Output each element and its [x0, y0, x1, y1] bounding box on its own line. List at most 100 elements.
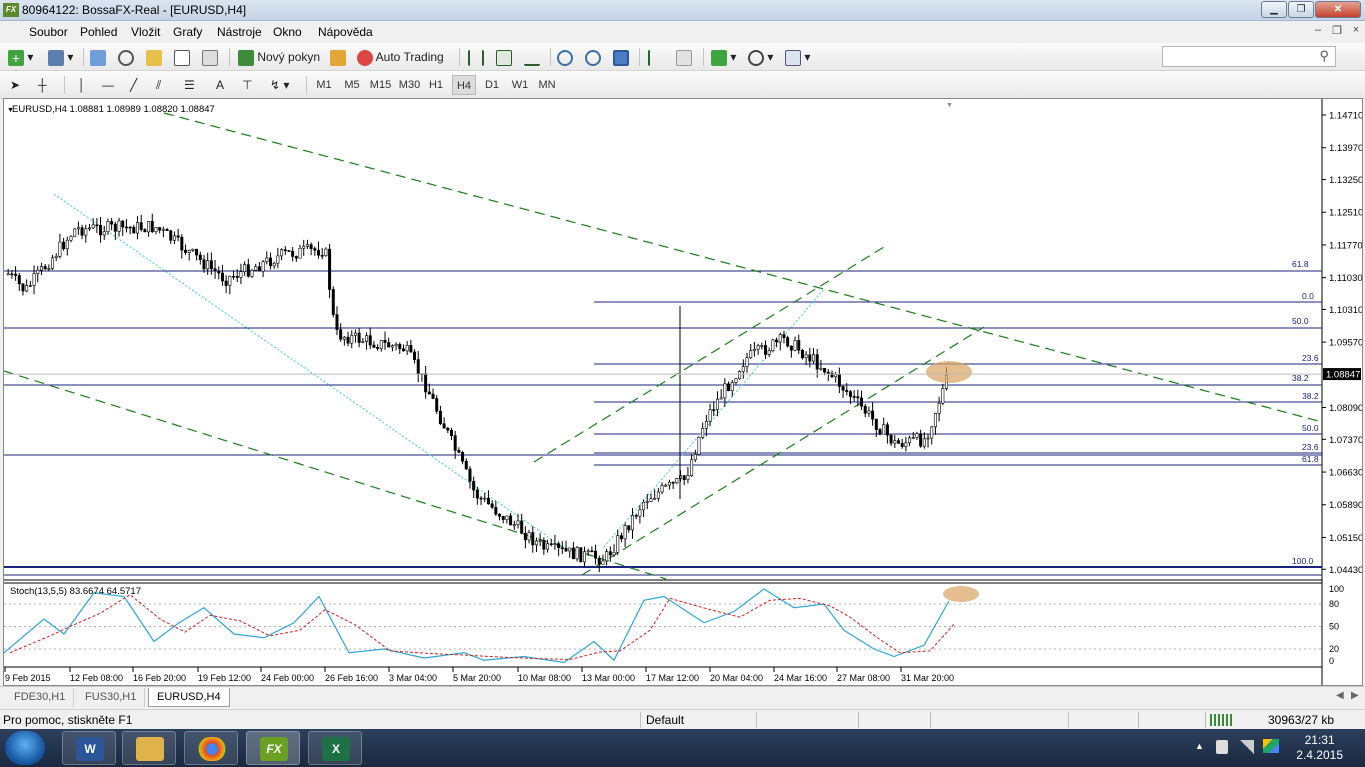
tab-fus30[interactable]: FUS30,H1 — [77, 688, 146, 707]
tray-network-icon[interactable] — [1240, 740, 1254, 754]
periods-button[interactable]: ▾ — [748, 47, 773, 67]
tab-scroll-left-icon[interactable]: ◀ — [1336, 690, 1344, 701]
cursor-icon[interactable]: ➤ — [10, 75, 20, 95]
tile-windows-button[interactable] — [613, 47, 629, 67]
minimize-icon[interactable]: ▁ — [1261, 1, 1287, 18]
start-button[interactable] — [5, 731, 45, 765]
candle — [121, 220, 125, 228]
profiles-button[interactable]: ▾ — [48, 47, 73, 67]
time-label: 19 Feb 12:00 — [198, 673, 251, 683]
tf-m15[interactable]: M15 — [367, 75, 394, 95]
tf-m1[interactable]: M1 — [312, 75, 336, 95]
equidistant-channel-icon[interactable]: ⫽ — [156, 75, 161, 95]
candle — [416, 359, 420, 375]
taskbar-explorer[interactable] — [122, 731, 176, 765]
tf-d1[interactable]: D1 — [480, 75, 504, 95]
fibonacci-icon[interactable]: ☰ — [184, 75, 195, 95]
menu-grafy[interactable]: Grafy — [173, 25, 202, 39]
taskbar-chrome[interactable] — [184, 731, 238, 765]
tester-button[interactable] — [202, 47, 218, 67]
trendline-icon[interactable]: ╱ — [130, 75, 137, 95]
tray-device-icon[interactable] — [1216, 740, 1228, 754]
candle — [220, 272, 224, 282]
zoom-out-icon[interactable] — [585, 47, 601, 67]
tab-fde30[interactable]: FDE30,H1 — [6, 688, 75, 707]
candlestick-button[interactable] — [496, 47, 512, 67]
templates-button[interactable]: ▾ — [785, 47, 810, 67]
line-chart-button[interactable] — [524, 47, 540, 67]
horizontal-line-icon[interactable]: — — [102, 75, 114, 95]
chart-window[interactable]: 61.8 50.0 38.2 100.0 0.0 23.6 38.2 50.0 23.6 61.8… — [3, 98, 1363, 686]
menu-soubor[interactable]: Soubor — [29, 25, 68, 39]
search-icon[interactable]: ⚲ — [1319, 48, 1329, 64]
metaeditor-button[interactable] — [330, 47, 346, 67]
indicators-button[interactable]: ▾ — [711, 47, 736, 67]
crosshair-icon[interactable]: ┼ — [38, 75, 47, 95]
menu-okno[interactable]: Okno — [273, 25, 302, 39]
candle — [365, 335, 369, 342]
candle — [446, 427, 450, 431]
candle — [198, 254, 202, 260]
new-order-button[interactable]: Nový pokyn — [238, 47, 320, 67]
tab-scroll-right-icon[interactable]: ▶ — [1351, 690, 1359, 701]
arrows-icon[interactable]: ↯ ▾ — [270, 75, 289, 95]
candle — [675, 478, 679, 484]
candle — [933, 413, 937, 428]
market-watch-button[interactable] — [90, 47, 106, 67]
price-chart[interactable]: 61.850.038.2100.00.023.638.250.023.661.8… — [3, 99, 1363, 685]
taskbar-excel[interactable]: X — [308, 731, 362, 765]
menu-napoveda[interactable]: Nápověda — [318, 25, 373, 39]
zoom-in-icon[interactable] — [557, 47, 573, 67]
candle — [715, 398, 719, 410]
taskbar-bossafx[interactable]: FX — [246, 731, 300, 765]
navigator-button[interactable] — [146, 47, 162, 67]
candle — [379, 339, 383, 349]
candle — [328, 248, 332, 290]
taskbar-word[interactable]: W — [62, 731, 116, 765]
mdi-close-icon[interactable]: × — [1348, 24, 1364, 36]
menu-nastroje[interactable]: Nástroje — [217, 25, 262, 39]
candle — [546, 543, 550, 550]
menu-pohled[interactable]: Pohled — [80, 25, 117, 39]
candle — [257, 266, 261, 272]
mdi-minimize-icon[interactable]: – — [1310, 24, 1326, 36]
tray-clock[interactable]: 21:31 2.4.2015 — [1296, 733, 1343, 763]
tf-m30[interactable]: M30 — [396, 75, 423, 95]
tf-mn[interactable]: MN — [535, 75, 559, 95]
text-icon[interactable]: A — [216, 75, 224, 95]
candle — [187, 249, 191, 253]
chart-shift-button[interactable] — [676, 47, 692, 67]
candle — [686, 475, 690, 480]
auto-trading-button[interactable]: Auto Trading — [357, 47, 444, 67]
tf-h1[interactable]: H1 — [424, 75, 448, 95]
search-input[interactable]: ⚲ — [1162, 46, 1336, 67]
tf-w1[interactable]: W1 — [508, 75, 532, 95]
auto-trading-label: Auto Trading — [375, 50, 444, 64]
chart-menu-icon[interactable]: ▼ — [7, 107, 14, 114]
taskbar: W FX X ▲ 21:31 2.4.2015 — [0, 729, 1365, 767]
vertical-line-icon[interactable]: │ — [78, 75, 86, 95]
menu-vlozit[interactable]: Vložit — [131, 25, 160, 39]
folder-icon — [136, 737, 164, 761]
candle — [922, 438, 926, 447]
price-label: 1.13250 — [1329, 175, 1362, 186]
candle — [523, 533, 527, 541]
new-chart-button[interactable]: + ▾ — [8, 47, 33, 67]
restore-icon[interactable]: ❐ — [1288, 1, 1314, 18]
candle — [339, 329, 343, 340]
candle — [58, 241, 62, 257]
bar-chart-button[interactable] — [468, 47, 484, 67]
crosshair-button[interactable] — [118, 47, 134, 67]
candle — [47, 268, 51, 270]
tf-m5[interactable]: M5 — [340, 75, 364, 95]
text-label-icon[interactable]: ⊤ — [242, 75, 252, 95]
candle — [793, 340, 797, 351]
tab-eurusd[interactable]: EURUSD,H4 — [148, 688, 230, 707]
tf-h4[interactable]: H4 — [452, 75, 476, 95]
autoscroll-button[interactable] — [648, 47, 664, 67]
tray-arrow-icon[interactable]: ▲ — [1195, 741, 1204, 751]
close-icon[interactable]: ✕ — [1315, 1, 1361, 18]
terminal-button[interactable] — [174, 47, 190, 67]
mdi-restore-icon[interactable]: ❐ — [1329, 24, 1345, 37]
tray-drive-icon[interactable] — [1263, 739, 1279, 753]
